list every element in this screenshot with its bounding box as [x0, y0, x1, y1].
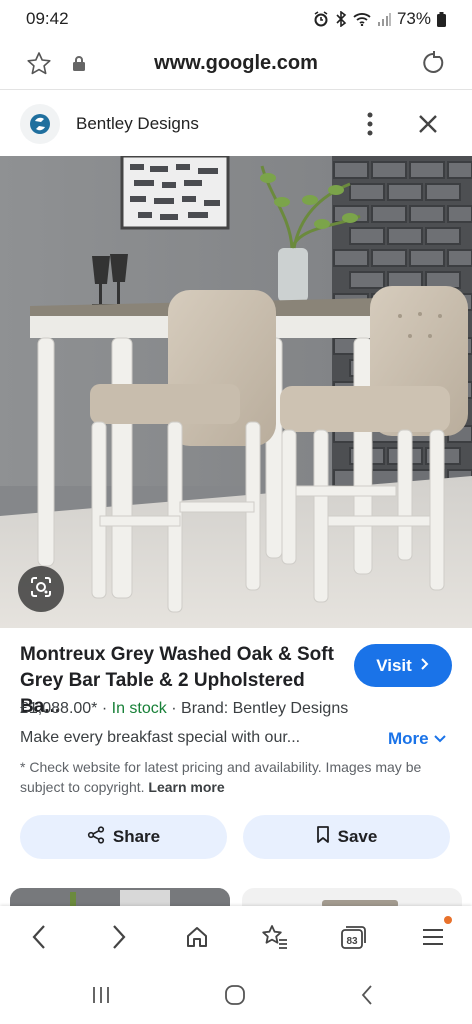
share-button[interactable]: Share — [20, 815, 227, 859]
system-nav-bar — [0, 966, 472, 1024]
signal-icon — [377, 12, 391, 26]
next-result-image[interactable] — [10, 888, 230, 908]
more-button[interactable]: More — [388, 729, 447, 749]
recents-icon[interactable] — [86, 982, 116, 1008]
reload-icon[interactable] — [420, 50, 446, 81]
status-bar: 09:42 73% — [0, 0, 472, 38]
separator: · — [171, 700, 177, 717]
home-icon[interactable] — [182, 922, 212, 952]
next-result-image-2[interactable] — [242, 888, 462, 908]
product-image[interactable] — [0, 156, 472, 628]
lens-button[interactable] — [18, 566, 64, 612]
url-bar: www.google.com — [0, 38, 472, 90]
wifi-icon — [353, 12, 371, 26]
menu-icon[interactable] — [418, 922, 448, 952]
share-label: Share — [112, 827, 161, 846]
disclaimer: * Check website for latest pricing and a… — [20, 757, 452, 797]
home-circle-icon[interactable] — [220, 982, 250, 1008]
chevron-right-icon — [420, 656, 430, 676]
share-icon — [87, 825, 105, 849]
tabs-count: 83 — [346, 936, 358, 947]
brand: Brand: Bentley Designs — [181, 700, 349, 717]
close-icon[interactable] — [414, 110, 442, 138]
bluetooth-icon — [335, 11, 347, 27]
bookmarks-icon[interactable] — [260, 922, 290, 952]
status-icons: 73% — [313, 9, 446, 29]
system-back-icon[interactable] — [352, 982, 382, 1008]
stock-status: In stock — [111, 700, 167, 717]
url-text[interactable]: www.google.com — [0, 52, 472, 75]
browser-bottom-nav: 83 — [0, 906, 472, 966]
learn-more-link[interactable]: Learn more — [148, 779, 224, 795]
battery-percentage: 73% — [396, 9, 431, 28]
visit-label: Visit — [376, 655, 412, 675]
save-button[interactable]: Save — [243, 815, 450, 859]
visit-button[interactable]: Visit — [354, 644, 452, 687]
chevron-down-icon — [433, 729, 447, 749]
product-meta: £1,088.00* · In stock · Brand: Bentley D… — [20, 700, 348, 718]
bookmark-icon — [316, 825, 330, 849]
lens-icon — [29, 575, 53, 604]
save-label: Save — [337, 827, 378, 846]
site-header: Bentley Designs — [0, 92, 472, 156]
more-label: More — [388, 729, 429, 748]
forward-icon[interactable] — [104, 922, 134, 952]
tabs-icon[interactable]: 83 — [338, 922, 368, 952]
separator: · — [101, 700, 108, 717]
price: £1,088.00* — [20, 700, 98, 717]
kebab-menu-icon[interactable] — [358, 110, 382, 138]
status-time: 09:42 — [26, 9, 69, 28]
notification-dot — [444, 916, 452, 924]
site-name[interactable]: Bentley Designs — [76, 114, 199, 134]
alarm-icon — [313, 11, 329, 27]
site-logo — [20, 104, 60, 144]
back-icon[interactable] — [24, 922, 54, 952]
product-description: Make every breakfast special with our... — [20, 729, 301, 746]
battery-icon — [437, 11, 446, 27]
